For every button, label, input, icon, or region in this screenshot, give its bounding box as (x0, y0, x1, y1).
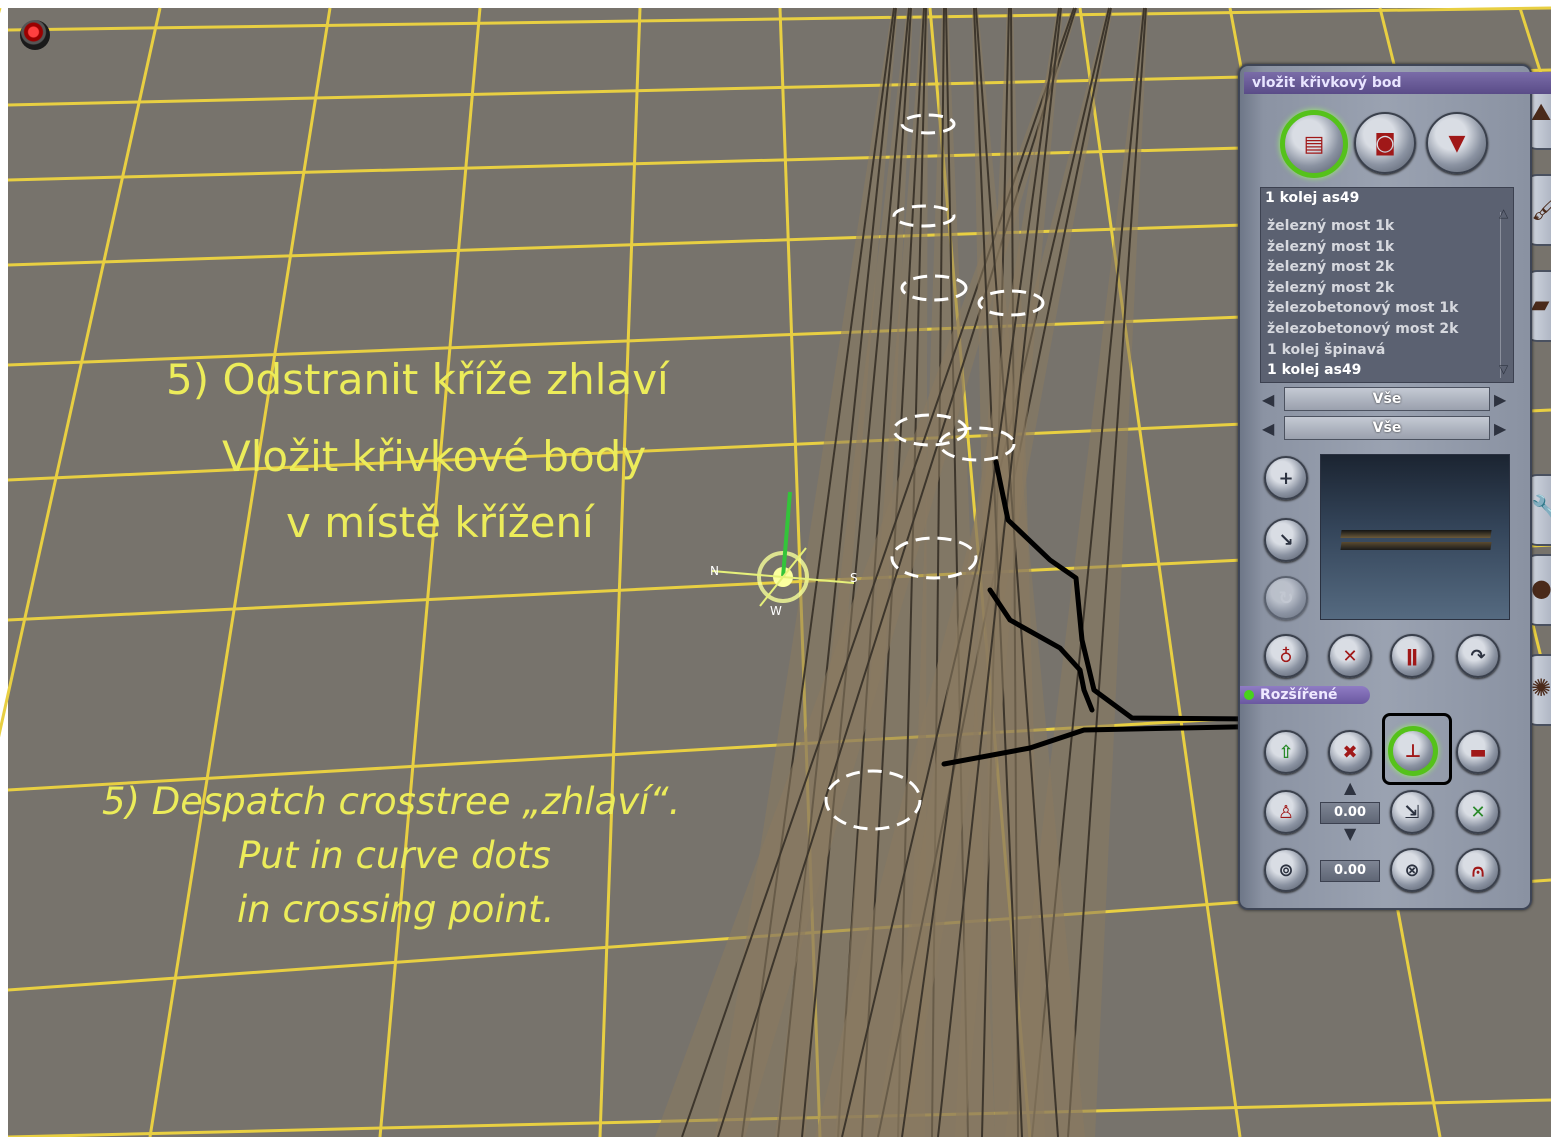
spline-point-button[interactable]: ♁ (1264, 634, 1308, 678)
advanced-led-icon (1244, 690, 1254, 700)
track-preview (1320, 454, 1510, 620)
track-tool-button[interactable]: ▤ (1280, 110, 1348, 178)
svg-text:N: N (710, 564, 719, 578)
junction-icon: ǁ (1406, 645, 1418, 667)
value1-up-icon[interactable]: ▲ (1344, 778, 1356, 797)
filter-row-2: ◀ Vše ▶ (1260, 416, 1512, 440)
spline-point-icon: ♁ (1279, 645, 1293, 667)
connect-icon: ↘ (1278, 529, 1294, 551)
list-header: 1 kolej as49 (1265, 190, 1360, 206)
instruction-en-title: 5) Despatch crosstree „zhlaví“. (102, 780, 681, 823)
split-track-button[interactable]: ▬ (1456, 730, 1500, 774)
paint-icon: 🖌 (1531, 194, 1551, 222)
split-icon: ▬ (1469, 741, 1487, 763)
list-item[interactable]: železný most 2k (1267, 259, 1394, 275)
svg-text:W: W (770, 604, 782, 618)
record-indicator-icon[interactable] (20, 20, 50, 50)
remove-point-button[interactable]: ✖ (1328, 730, 1372, 774)
instruction-cz-line3: v místě křížení (286, 498, 594, 547)
clear-height-icon: ✕ (1470, 801, 1486, 823)
objects-icon: ▰ (1531, 290, 1550, 318)
list-item[interactable]: železobetonový most 1k (1267, 300, 1458, 316)
marker-tool-icon: ▼ (1448, 130, 1466, 156)
gradient-icon: ⊚ (1278, 859, 1294, 881)
list-item[interactable]: železný most 1k (1267, 239, 1394, 255)
gradient-tool-button[interactable]: ⊚ (1264, 848, 1308, 892)
instruction-en-line2: Put in curve dots (238, 834, 551, 877)
junction-button[interactable]: ǁ (1390, 634, 1434, 678)
list-item[interactable]: 1 kolej špinavá (1267, 342, 1385, 358)
smooth-button[interactable]: ⇲ (1390, 790, 1434, 834)
filter2-select[interactable]: Vše (1284, 416, 1490, 440)
bridge-button[interactable]: ⩀ (1456, 848, 1500, 892)
tunnel-button[interactable]: ⊗ (1390, 848, 1434, 892)
smooth-icon: ⇲ (1404, 801, 1420, 823)
preview-rail-top (1340, 530, 1492, 538)
list-item[interactable]: železný most 2k (1267, 280, 1394, 296)
curve-button[interactable]: ↷ (1456, 634, 1500, 678)
plus-icon: + (1278, 467, 1294, 489)
scroll-up-icon[interactable]: △ (1499, 206, 1508, 220)
add-spline-button[interactable]: + (1264, 456, 1308, 500)
scroll-down-icon[interactable]: ▽ (1499, 362, 1508, 376)
rotate-button[interactable]: ↻ (1264, 576, 1308, 620)
marker-tool-button[interactable]: ▼ (1426, 112, 1488, 174)
filter1-select[interactable]: Vše (1284, 387, 1490, 411)
filter1-prev-icon[interactable]: ◀ (1262, 390, 1274, 409)
train-tool-button[interactable]: ◙ (1354, 112, 1416, 174)
tunnel-icon: ⊗ (1404, 859, 1420, 881)
filter2-prev-icon[interactable]: ◀ (1262, 419, 1274, 438)
panel-title: vložit křivkový bod (1244, 72, 1551, 94)
track-tool-icon: ▤ (1303, 131, 1325, 157)
track-type-list[interactable]: 1 kolej as49 železný most 1k železný most… (1260, 187, 1514, 383)
filter1-next-icon[interactable]: ▶ (1494, 390, 1506, 409)
connect-spline-button[interactable]: ↘ (1264, 518, 1308, 562)
instruction-en-line3: in crossing point. (237, 888, 555, 931)
value1-down-icon[interactable]: ▼ (1344, 824, 1356, 843)
clear-height-button[interactable]: ✕ (1456, 790, 1500, 834)
instruction-cz-line2: Vložit křivkové body (222, 432, 647, 481)
raise-icon: ⇧ (1278, 741, 1294, 763)
advanced-label: Rozšířené (1260, 687, 1338, 703)
height-icon: ♙ (1277, 801, 1295, 823)
terrain-icon: ⛰ (1531, 98, 1551, 126)
filter2-next-icon[interactable]: ▶ (1494, 419, 1506, 438)
raise-spline-button[interactable]: ⇧ (1264, 730, 1308, 774)
filter-row-1: ◀ Vše ▶ (1260, 387, 1512, 411)
delete-button[interactable]: ✕ (1328, 634, 1372, 678)
height-tool-button[interactable]: ♙ (1264, 790, 1308, 834)
curve-icon: ↷ (1470, 645, 1486, 667)
train-tool-icon: ◙ (1374, 130, 1396, 156)
globe-icon: ● (1531, 574, 1551, 602)
wrench-icon: 🔧 (1531, 494, 1551, 522)
list-item[interactable]: železný most 1k (1267, 218, 1394, 234)
bridge-icon: ⩀ (1471, 859, 1485, 881)
list-scrollbar[interactable]: △ ▽ (1499, 206, 1511, 378)
list-item[interactable]: železobetonový most 2k (1267, 321, 1458, 337)
hand-drawn-highlight-box (1382, 713, 1452, 785)
delete-x-icon: ✕ (1342, 645, 1358, 667)
gear-icon: ✺ (1531, 674, 1551, 702)
advanced-section-header[interactable]: Rozšířené (1240, 686, 1370, 704)
remove-point-icon: ✖ (1342, 741, 1358, 763)
instruction-cz-title: 5) Odstranit kříže zhlaví (166, 355, 669, 404)
list-item[interactable]: 1 kolej as49 (1267, 362, 1361, 378)
rotate-icon: ↻ (1278, 587, 1294, 609)
game-viewport[interactable]: N S W 5) Odstranit kříže zhlaví Vložit k… (0, 0, 1551, 1137)
svg-text:S: S (850, 571, 858, 585)
value1-field[interactable]: 0.00 (1320, 802, 1380, 824)
preview-rail-bottom (1340, 542, 1492, 550)
value2-field[interactable]: 0.00 (1320, 860, 1380, 882)
